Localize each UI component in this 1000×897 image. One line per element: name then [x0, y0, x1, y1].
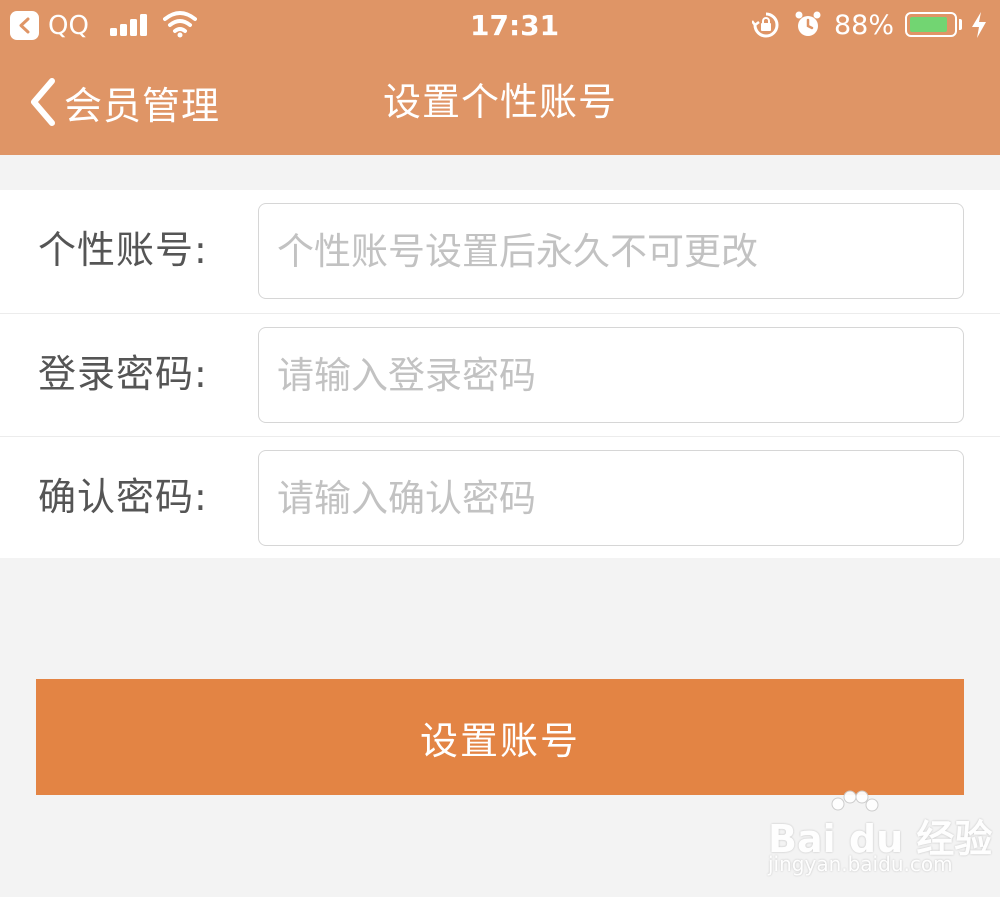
- status-bar: QQ 17:31 88%: [0, 0, 1000, 52]
- account-input[interactable]: [258, 203, 964, 299]
- back-app-label[interactable]: QQ: [48, 8, 89, 44]
- password-input[interactable]: [258, 327, 964, 423]
- alarm-icon: [795, 11, 821, 36]
- confirm-password-label: 确认密码:: [38, 475, 208, 519]
- battery-icon: [905, 12, 957, 37]
- back-to-app-icon[interactable]: [10, 11, 39, 40]
- form-row-account: 个性账号:: [0, 190, 1000, 313]
- battery-tip: [959, 19, 962, 30]
- battery-percent: 88%: [834, 10, 895, 41]
- battery-fill: [910, 17, 947, 32]
- account-form: 个性账号: 登录密码: 确认密码:: [0, 190, 1000, 558]
- watermark-url: jingyan.baidu.com: [768, 852, 953, 876]
- rotation-lock-icon: [752, 12, 779, 38]
- account-label: 个性账号:: [38, 228, 208, 272]
- form-row-confirm-password: 确认密码:: [0, 436, 1000, 560]
- password-label: 登录密码:: [38, 352, 208, 396]
- set-account-button[interactable]: 设置账号: [36, 679, 964, 795]
- page-title: 设置个性账号: [382, 80, 617, 124]
- confirm-password-input[interactable]: [258, 450, 964, 546]
- app-header: QQ 17:31 88% 会员管理 设置个性账号: [0, 0, 1000, 155]
- wifi-icon: [163, 11, 197, 38]
- form-row-password: 登录密码:: [0, 313, 1000, 437]
- signal-icon: [110, 14, 147, 36]
- charging-bolt-icon: [972, 12, 986, 38]
- status-time: 17:31: [470, 9, 560, 42]
